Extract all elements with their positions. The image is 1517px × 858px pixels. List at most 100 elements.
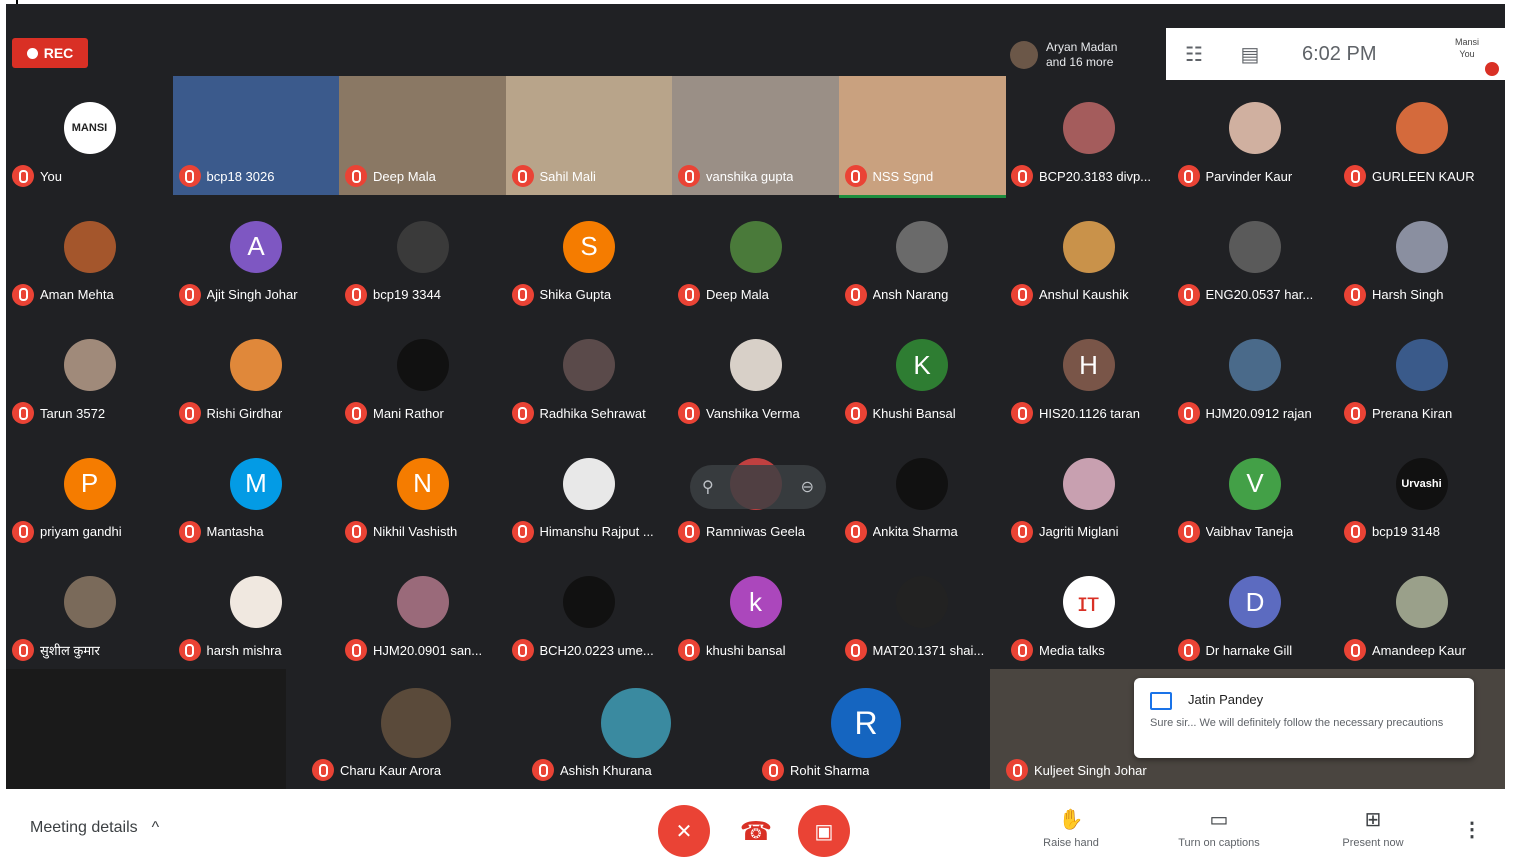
pin-icon[interactable]: ⚲ <box>702 477 714 497</box>
participant-tile[interactable]: Charu Kaur Arora <box>306 669 526 789</box>
participant-tile[interactable]: D Dr harnake Gill <box>1172 550 1339 669</box>
participant-name: Vanshika Verma <box>706 405 800 421</box>
participant-tile[interactable]: Jagriti Miglani <box>1005 432 1172 551</box>
chat-icon[interactable]: ▤ <box>1222 42 1278 67</box>
tile-hover-controls: ⚲ ⊖ <box>690 465 826 509</box>
participant-tile[interactable]: Ansh Narang <box>839 195 1006 314</box>
participant-name: सुशील कुमार <box>40 643 100 658</box>
participant-avatar <box>896 457 948 510</box>
participant-tile[interactable]: Ashish Khurana <box>526 669 746 789</box>
participant-avatar <box>1229 220 1281 273</box>
muted-icon <box>1344 283 1366 306</box>
participant-tile[interactable]: vanshika gupta <box>672 76 839 195</box>
participant-tile[interactable]: Harsh Singh <box>1338 195 1505 314</box>
self-preview-name: Mansi <box>1454 37 1479 47</box>
participant-avatar: D <box>1229 576 1281 628</box>
participant-tile[interactable]: bcp19 3344 <box>339 195 506 314</box>
participant-tile[interactable]: Rishi Girdhar <box>173 313 340 432</box>
participant-avatar: A <box>230 220 282 273</box>
participant-name: Charu Kaur Arora <box>340 762 442 778</box>
participant-avatar <box>1395 102 1448 154</box>
participant-tile[interactable]: Himanshu Rajput ... <box>506 432 673 551</box>
camera-off-button[interactable]: ▣ <box>798 805 850 857</box>
participant-tile[interactable]: k khushi bansal <box>672 550 839 669</box>
participant-tile[interactable]: Ankita Sharma <box>839 432 1006 551</box>
meeting-details-button[interactable]: Meeting details ^ <box>30 819 159 837</box>
participant-tile[interactable]: M Mantasha <box>173 432 340 551</box>
participant-tile[interactable]: HJM20.0901 san... <box>339 550 506 669</box>
participant-avatar: K <box>896 339 948 391</box>
participant-tile[interactable]: HJM20.0912 rajan <box>1172 313 1339 432</box>
participant-tile[interactable]: A Ajit Singh Johar <box>173 195 340 314</box>
muted-icon <box>1177 402 1200 424</box>
muted-icon <box>511 402 534 424</box>
participant-name: BCH20.0223 ume... <box>539 642 654 658</box>
participants-summary[interactable]: Aryan Madan and 16 more <box>1002 32 1166 78</box>
participant-name: Nikhil Vashisth <box>373 524 458 539</box>
participant-tile[interactable]: Ppriyam gandhi <box>6 432 173 551</box>
leave-call-button[interactable]: ☎ <box>730 805 782 857</box>
participant-name: Anshul Kaushik <box>1039 287 1129 302</box>
participant-tile[interactable]: Deep Mala <box>672 195 839 314</box>
participant-tile[interactable]: Sahil Mali <box>505 76 673 195</box>
participant-tile[interactable]: V Vaibhav Taneja <box>1172 432 1339 551</box>
participant-tile[interactable]: H HIS20.1126 taran <box>1005 313 1172 432</box>
mic-off-icon: ✕ <box>675 820 693 843</box>
chat-notification[interactable]: Jatin Pandey Sure sir... We will definit… <box>1134 678 1474 758</box>
participant-tile[interactable]: Mani Rathor <box>339 313 506 432</box>
participant-tile[interactable]: NSS Sgnd <box>838 76 1006 198</box>
muted-icon <box>678 520 700 543</box>
participant-name: Mani Rathor <box>373 405 444 421</box>
self-preview[interactable]: Mansi You <box>1437 36 1499 76</box>
participant-tile[interactable]: Amandeep Kaur <box>1338 550 1505 669</box>
participant-tile[interactable]: K Khushi Bansal <box>839 313 1006 432</box>
participant-tile[interactable]: harsh mishra <box>173 550 340 669</box>
participant-name: Prerana Kiran <box>1372 405 1453 421</box>
participant-name: Mantasha <box>206 524 264 539</box>
more-options-button[interactable]: ⋮ <box>1462 817 1482 842</box>
captions-button[interactable]: ▭ Turn on captions <box>1154 807 1284 849</box>
participant-tile[interactable]: Aman Mehta <box>6 195 173 314</box>
participant-tile[interactable]: GURLEEN KAUR <box>1338 76 1505 195</box>
muted-icon <box>1177 639 1200 661</box>
participant-name: Vaibhav Taneja <box>1205 524 1294 539</box>
muted-icon <box>345 283 367 306</box>
participant-tile[interactable]: MANSI You <box>6 76 173 195</box>
microphone-off-button[interactable]: ✕ <box>658 805 710 857</box>
participant-tile[interactable]: BCH20.0223 ume... <box>506 550 673 669</box>
participant-tile[interactable]: Vanshika Verma <box>672 313 839 432</box>
participant-tile[interactable]: Parvinder Kaur <box>1172 76 1339 195</box>
participant-name: GURLEEN KAUR <box>1372 168 1475 184</box>
participant-tile[interactable]: MAT20.1371 shai... <box>839 550 1006 669</box>
participant-tile[interactable]: Deep Mala <box>339 76 506 195</box>
participant-avatar <box>381 688 451 758</box>
participant-tile[interactable]: BCP20.3183 divp... <box>1005 76 1172 195</box>
participant-name: HJM20.0912 rajan <box>1205 405 1312 421</box>
participant-tile[interactable]: Tarun 3572 <box>6 313 173 432</box>
participant-tile[interactable]: ɪᴛ Media talks <box>1005 550 1172 669</box>
participant-name: Rohit Sharma <box>790 762 870 778</box>
participant-tile[interactable]: S Shika Gupta <box>506 195 673 314</box>
participant-tile[interactable]: Prerana Kiran <box>1338 313 1505 432</box>
present-now-button[interactable]: ⊞ Present now <box>1308 807 1438 849</box>
people-icon[interactable]: ☷ <box>1166 42 1222 67</box>
participant-tile[interactable]: सुशील कुमार <box>6 550 173 669</box>
participant-name: Harsh Singh <box>1372 287 1444 302</box>
muted-icon <box>532 759 554 781</box>
participant-tile[interactable]: R Rohit Sharma <box>756 669 976 789</box>
participant-tile[interactable]: Urvashi bcp19 3148 <box>1338 432 1505 551</box>
remove-icon[interactable]: ⊖ <box>801 477 814 497</box>
participant-tile[interactable]: bcp18 3026 <box>172 76 340 195</box>
raise-hand-button[interactable]: ✋ Raise hand <box>1006 807 1136 849</box>
raise-hand-label: Raise hand <box>1043 837 1099 849</box>
participant-tile[interactable]: ENG20.0537 har... <box>1172 195 1339 314</box>
participant-name: Ansh Narang <box>872 287 949 302</box>
muted-icon <box>678 402 700 424</box>
participant-tile[interactable]: N Nikhil Vashisth <box>339 432 506 551</box>
participant-tile[interactable]: Anshul Kaushik <box>1005 195 1172 314</box>
participant-avatar <box>1395 576 1448 628</box>
participant-tile[interactable]: Radhika Sehrawat <box>506 313 673 432</box>
participant-name: Himanshu Rajput ... <box>539 524 654 539</box>
participant-avatar <box>729 339 782 391</box>
participant-avatar <box>63 339 116 391</box>
